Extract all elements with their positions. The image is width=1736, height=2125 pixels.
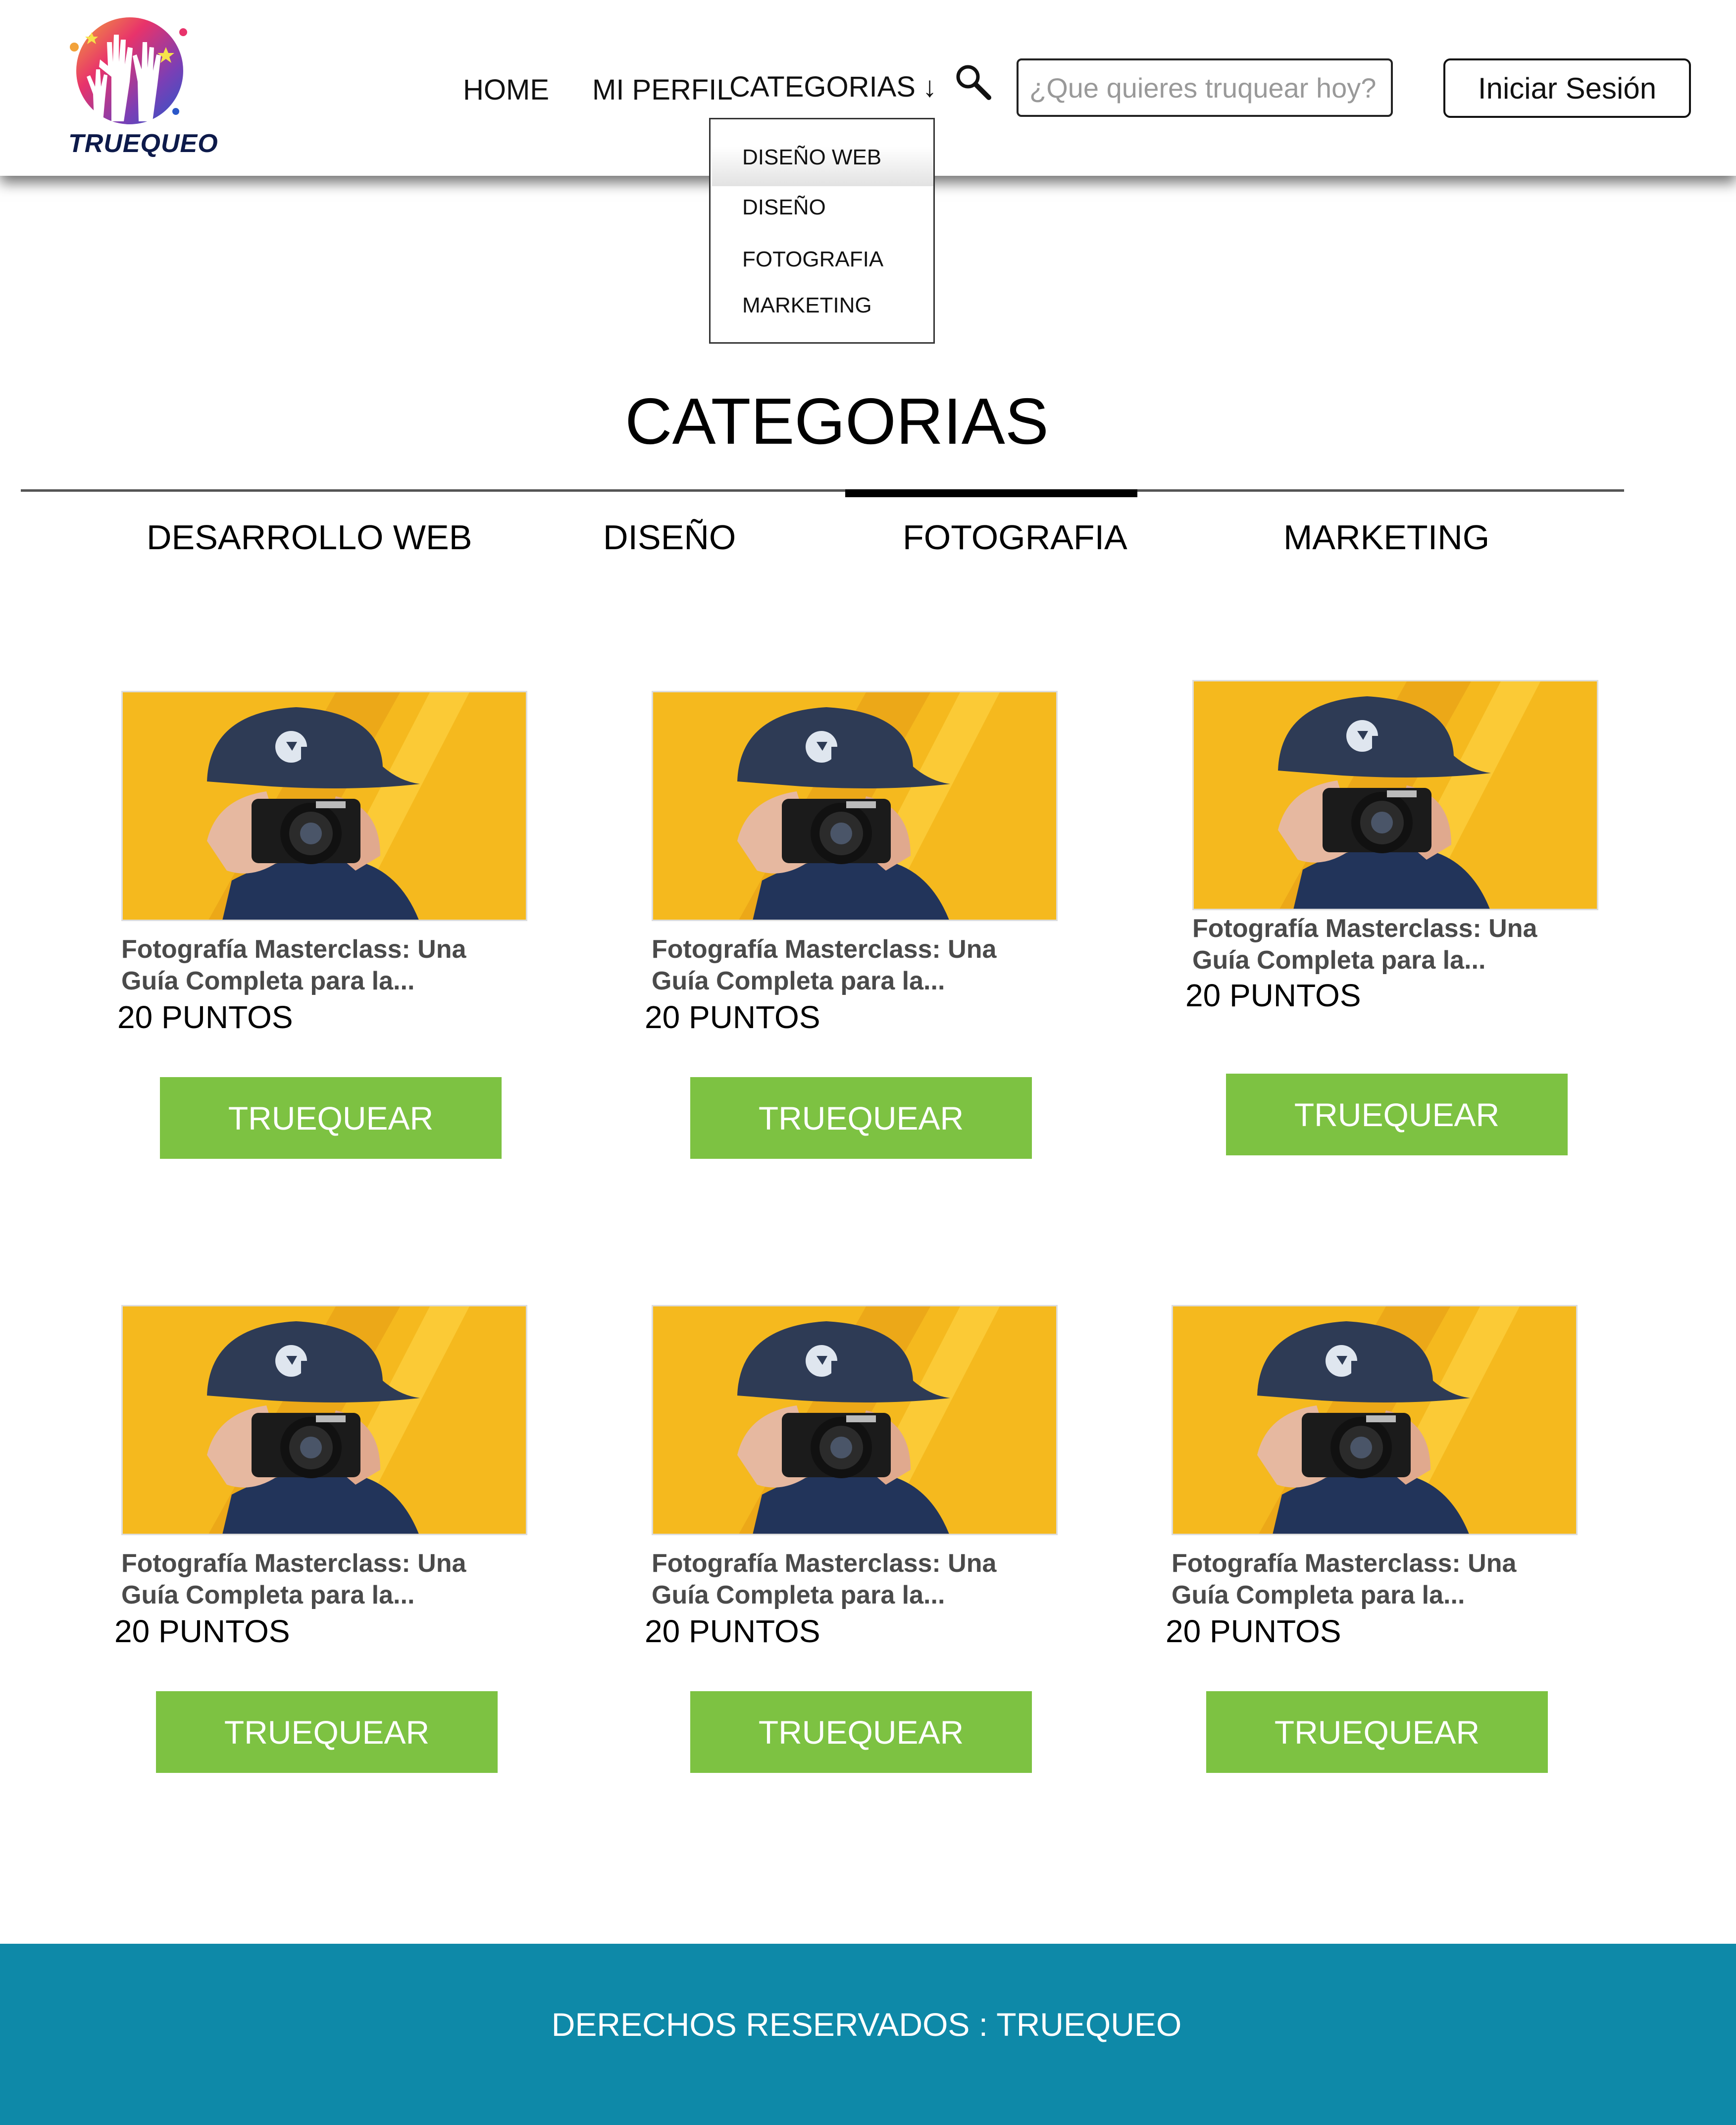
photographer-image [1173, 1306, 1576, 1534]
dropdown-item-diseno[interactable]: DISEÑO [742, 195, 826, 220]
truequear-button[interactable]: TRUEQUEAR [160, 1077, 502, 1159]
course-card: Fotografía Masterclass: Una Guía Complet… [117, 691, 567, 1186]
course-points: 20 PUNTOS [645, 999, 820, 1035]
course-title-line1: Fotografía Masterclass: Una [652, 935, 997, 964]
course-card: Fotografía Masterclass: Una Guía Complet… [114, 1305, 567, 1800]
course-title-line1: Fotografía Masterclass: Una [652, 1549, 997, 1578]
course-title[interactable]: Fotografía Masterclass: Una Guía Complet… [652, 1548, 1058, 1611]
course-thumbnail[interactable] [1192, 680, 1598, 910]
tab-diseno[interactable]: DISEÑO [603, 518, 736, 557]
active-tab-indicator [845, 489, 1137, 497]
course-thumbnail[interactable] [121, 1305, 527, 1535]
photographer-image [123, 1306, 526, 1534]
course-thumbnail[interactable] [652, 691, 1058, 921]
course-points: 20 PUNTOS [117, 999, 293, 1035]
course-title[interactable]: Fotografía Masterclass: Una Guía Complet… [121, 933, 527, 997]
categories-dropdown: DISEÑO WEB DISEÑO FOTOGRAFIA MARKETING [709, 118, 935, 344]
course-title-line2: Guía Completa para la... [121, 1581, 415, 1609]
course-title-line2: Guía Completa para la... [1192, 946, 1486, 975]
nav-profile-link[interactable]: MI PERFIL [592, 73, 733, 106]
truequear-button[interactable]: TRUEQUEAR [1226, 1074, 1568, 1155]
course-card: Fotografía Masterclass: Una Guía Complet… [645, 1305, 1097, 1800]
brand-name: TRUEQUEO [68, 129, 218, 158]
course-title-line2: Guía Completa para la... [652, 967, 945, 995]
photographer-image [653, 692, 1056, 920]
course-title[interactable]: Fotografía Masterclass: Una Guía Complet… [652, 933, 1058, 997]
search-input[interactable] [1017, 58, 1393, 117]
course-title-line1: Fotografía Masterclass: Una [121, 1549, 466, 1578]
tab-desarrollo-web[interactable]: DESARROLLO WEB [147, 518, 472, 557]
login-button[interactable]: Iniciar Sesión [1443, 58, 1691, 118]
course-title[interactable]: Fotografía Masterclass: Una Guía Complet… [1172, 1548, 1578, 1611]
copyright-text: DERECHOS RESERVADOS : TRUEQUEO [551, 2006, 1182, 2043]
nav-home-link[interactable]: HOME [463, 73, 549, 106]
course-points: 20 PUNTOS [1166, 1613, 1341, 1649]
hands-logo-icon [70, 17, 187, 124]
course-thumbnail[interactable] [121, 691, 527, 921]
course-card: Fotografía Masterclass: Una Guía Complet… [645, 691, 1097, 1186]
course-points: 20 PUNTOS [645, 1613, 820, 1649]
course-card: Fotografía Masterclass: Una Guía Complet… [1166, 1305, 1617, 1800]
page-title: CATEGORIAS [625, 385, 1049, 458]
nav-categories-menu[interactable]: CATEGORIAS ↓ [729, 70, 937, 104]
nav-categories-label: CATEGORIAS [729, 71, 916, 103]
course-points: 20 PUNTOS [114, 1613, 290, 1649]
course-title[interactable]: Fotografía Masterclass: Una Guía Complet… [1192, 913, 1598, 976]
down-arrow-icon: ↓ [922, 71, 937, 103]
truequear-button[interactable]: TRUEQUEAR [690, 1691, 1032, 1773]
course-title-line1: Fotografía Masterclass: Una [121, 935, 466, 964]
course-thumbnail[interactable] [1172, 1305, 1578, 1535]
course-title-line2: Guía Completa para la... [121, 967, 415, 995]
truequear-button[interactable]: TRUEQUEAR [690, 1077, 1032, 1159]
course-thumbnail[interactable] [652, 1305, 1058, 1535]
course-title-line1: Fotografía Masterclass: Una [1172, 1549, 1517, 1578]
photographer-image [653, 1306, 1056, 1534]
truequeo-logo[interactable]: TRUEQUEO [64, 12, 218, 161]
course-title-line2: Guía Completa para la... [1172, 1581, 1465, 1609]
course-points: 20 PUNTOS [1185, 978, 1361, 1013]
dropdown-item-marketing[interactable]: MARKETING [742, 293, 872, 318]
tab-marketing[interactable]: MARKETING [1283, 518, 1489, 557]
photographer-image [1194, 681, 1597, 909]
truequear-button[interactable]: TRUEQUEAR [156, 1691, 498, 1773]
course-card: Fotografía Masterclass: Una Guía Complet… [1185, 680, 1638, 1175]
course-title[interactable]: Fotografía Masterclass: Una Guía Complet… [121, 1548, 527, 1611]
search-icon[interactable] [953, 62, 993, 102]
tabs-divider [21, 489, 1624, 492]
photographer-image [123, 692, 526, 920]
dropdown-item-fotografia[interactable]: FOTOGRAFIA [742, 247, 883, 272]
truequear-button[interactable]: TRUEQUEAR [1206, 1691, 1548, 1773]
course-title-line1: Fotografía Masterclass: Una [1192, 914, 1537, 943]
tab-fotografia[interactable]: FOTOGRAFIA [903, 518, 1127, 557]
dropdown-item-diseno-web[interactable]: DISEÑO WEB [742, 145, 881, 170]
course-title-line2: Guía Completa para la... [652, 1581, 945, 1609]
site-footer: DERECHOS RESERVADOS : TRUEQUEO [0, 1944, 1736, 2125]
